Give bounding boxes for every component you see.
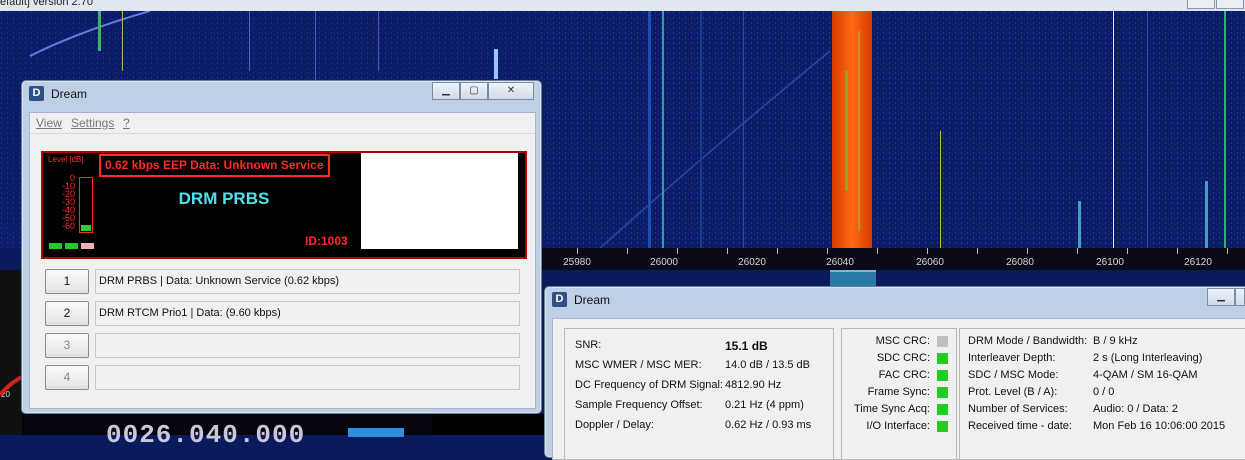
received-time-value: Mon Feb 16 10:06:00 2015 [1093, 420, 1226, 432]
maximize-button[interactable]: ▢ [460, 82, 488, 100]
fac-crc-indicator [937, 370, 948, 381]
interleaver-label: Interleaver Depth: [968, 352, 1056, 364]
io-interface-label: I/O Interface: [866, 420, 930, 432]
dream-status-window: D Dream ▁ SNR: 15.1 dB MSC WMER / MSC ME… [544, 286, 1245, 460]
axis-label: 26020 [738, 257, 766, 268]
prot-level-value: 0 / 0 [1093, 386, 1115, 398]
doppler-delay-label: Doppler / Delay: [575, 419, 654, 431]
service-name: DRM PRBS [178, 189, 270, 208]
background-title-bar: efault] version 2.70 [0, 0, 1245, 11]
axis-label: 26120 [1184, 257, 1212, 268]
level-label: Level [dB] [48, 155, 84, 164]
background-maximize-button[interactable] [1216, 0, 1244, 9]
status-led [81, 243, 94, 249]
service-4-button[interactable]: 4 [45, 365, 89, 390]
sdc-crc-label: SDC CRC: [876, 352, 930, 364]
num-services-label: Number of Services: [968, 403, 1068, 415]
dream-main-window: D Dream ▁ ▢ ✕ View Settings ? Level [dB]… [21, 80, 542, 414]
level-meter [79, 177, 93, 233]
service-2-label: DRM RTCM Prio1 | Data: (9.60 kbps) [95, 301, 520, 326]
main-window-client: View Settings ? Level [dB] 0 -10 -20 -30… [29, 112, 536, 409]
sdc-crc-indicator [937, 353, 948, 364]
s-meter-arc [0, 375, 22, 397]
dc-frequency-value: 4812.90 Hz [725, 379, 782, 391]
service-logo-area [361, 153, 518, 249]
num-services-value: Audio: 0 / Data: 2 [1093, 403, 1178, 415]
measurements-group: SNR: 15.1 dB MSC WMER / MSC MER: 14.0 dB… [564, 328, 834, 460]
axis-label: 26000 [650, 257, 678, 268]
received-time-label: Received time - date: [968, 420, 1072, 432]
background-s-meter: 20 [0, 270, 22, 435]
background-frequency-display: 0026.040.000 [22, 414, 432, 450]
axis-label: 26080 [1006, 257, 1034, 268]
minimize-button[interactable]: ▁ [432, 82, 460, 100]
receiver-display: Level [dB] 0 -10 -20 -30 -40 -50 -60 0.6… [41, 151, 527, 259]
service-2-button[interactable]: 2 [45, 301, 89, 326]
snr-label: SNR: [575, 339, 602, 351]
status-led [49, 243, 62, 249]
fac-crc-label: FAC CRC: [878, 369, 930, 381]
service-3-button[interactable]: 3 [45, 333, 89, 358]
sample-offset-label: Sample Frequency Offset: [575, 399, 703, 411]
background-window-title: efault] version 2.70 [0, 0, 93, 8]
status-maximize-button[interactable] [1235, 288, 1245, 306]
mer-label: MSC WMER / MSC MER: [575, 359, 702, 371]
service-1-label: DRM PRBS | Data: Unknown Service (0.62 k… [95, 269, 520, 294]
axis-label: 25980 [563, 257, 591, 268]
msc-crc-indicator [937, 336, 948, 347]
doppler-delay-value: 0.62 Hz / 0.93 ms [725, 419, 812, 431]
menu-help[interactable]: ? [123, 116, 130, 130]
frequency-axis[interactable]: 25980 26000 26020 26040 26060 26080 2610… [540, 248, 1245, 270]
frequency-readout: 0026.040.000 [106, 420, 306, 450]
window-title-bar[interactable]: D Dream ▁ ▢ ✕ [22, 81, 541, 107]
window-title: Dream [51, 87, 88, 101]
axis-label: 26040 [826, 257, 854, 268]
sdc-msc-mode-label: SDC / MSC Mode: [968, 369, 1059, 381]
status-window-client: SNR: 15.1 dB MSC WMER / MSC MER: 14.0 dB… [552, 318, 1245, 460]
mer-value: 14.0 dB / 13.5 dB [725, 359, 811, 371]
axis-label: 26100 [1096, 257, 1124, 268]
frame-sync-label: Frame Sync: [867, 386, 930, 398]
io-interface-indicator [937, 421, 948, 432]
msc-crc-label: MSC CRC: [875, 335, 930, 347]
status-minimize-button[interactable]: ▁ [1207, 288, 1235, 306]
sync-indicators-group: MSC CRC: SDC CRC: FAC CRC: Frame Sync: T… [841, 328, 957, 460]
status-led [65, 243, 78, 249]
axis-label: 26060 [916, 257, 944, 268]
drm-mode-label: DRM Mode / Bandwidth: [968, 335, 1088, 347]
service-row-2: 2 DRM RTCM Prio1 | Data: (9.60 kbps) [45, 301, 520, 327]
frame-sync-indicator [937, 387, 948, 398]
service-id: ID:1003 [305, 234, 348, 248]
menu-settings[interactable]: Settings [71, 116, 114, 130]
service-status-text: 0.62 kbps EEP Data: Unknown Service [99, 154, 330, 177]
dream-app-icon: D [29, 86, 44, 101]
prot-level-label: Prot. Level (B / A): [968, 386, 1058, 398]
status-window-title: Dream [574, 293, 611, 307]
sample-offset-value: 0.21 Hz (4 ppm) [725, 399, 804, 411]
menu-view[interactable]: View [36, 116, 62, 130]
dc-frequency-label: DC Frequency of DRM Signal: [575, 379, 723, 391]
dream-app-icon: D [552, 292, 567, 307]
menu-bar: View Settings ? [30, 113, 535, 134]
background-panel [432, 414, 544, 435]
service-4-label [95, 365, 520, 390]
time-sync-indicator [937, 404, 948, 415]
sdc-msc-mode-value: 4-QAM / SM 16-QAM [1093, 369, 1198, 381]
service-1-button[interactable]: 1 [45, 269, 89, 294]
interleaver-value: 2 s (Long Interleaving) [1093, 352, 1203, 364]
background-button[interactable] [348, 428, 404, 437]
service-3-label [95, 333, 520, 358]
time-sync-label: Time Sync Acq: [853, 403, 930, 415]
level-scale-label: -60 [61, 221, 75, 231]
service-row-1: 1 DRM PRBS | Data: Unknown Service (0.62… [45, 269, 520, 295]
background-minimize-button[interactable] [1187, 0, 1215, 9]
close-button[interactable]: ✕ [488, 82, 534, 100]
status-window-title-bar[interactable]: D Dream ▁ [545, 287, 1245, 313]
level-meter-fill [81, 224, 91, 231]
service-row-4: 4 [45, 365, 520, 391]
drm-mode-value: B / 9 kHz [1093, 335, 1138, 347]
parameters-group: DRM Mode / Bandwidth: B / 9 kHz Interlea… [959, 328, 1245, 460]
snr-value: 15.1 dB [725, 339, 768, 353]
service-row-3: 3 [45, 333, 520, 359]
